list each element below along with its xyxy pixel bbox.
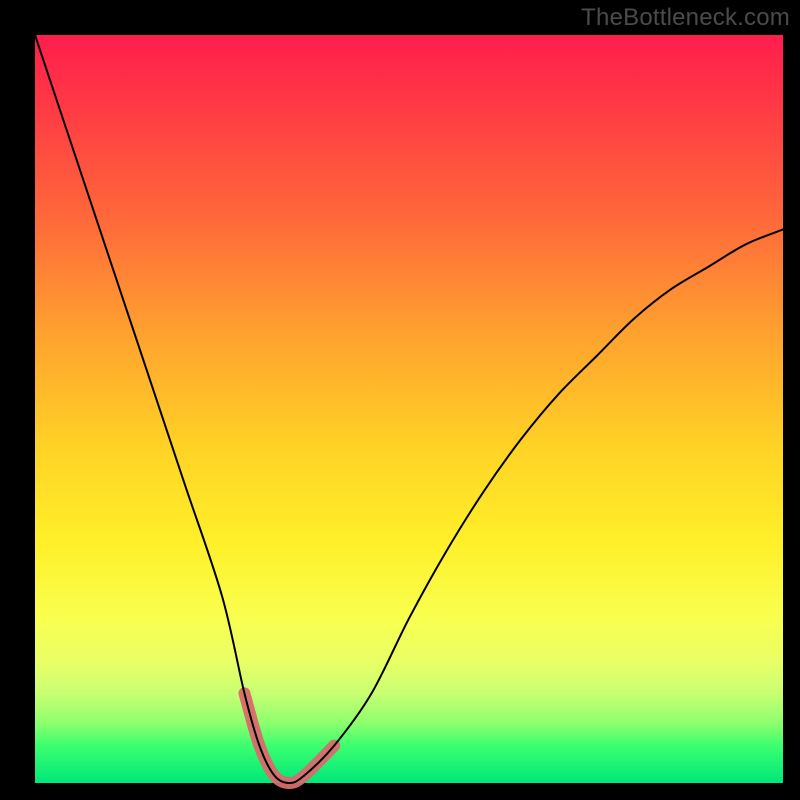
plot-area bbox=[35, 35, 783, 783]
highlight-segment bbox=[244, 693, 334, 783]
chart-svg bbox=[35, 35, 783, 783]
watermark-text: TheBottleneck.com bbox=[581, 4, 790, 32]
chart-frame: TheBottleneck.com bbox=[0, 0, 800, 800]
bottleneck-curve bbox=[35, 35, 783, 783]
